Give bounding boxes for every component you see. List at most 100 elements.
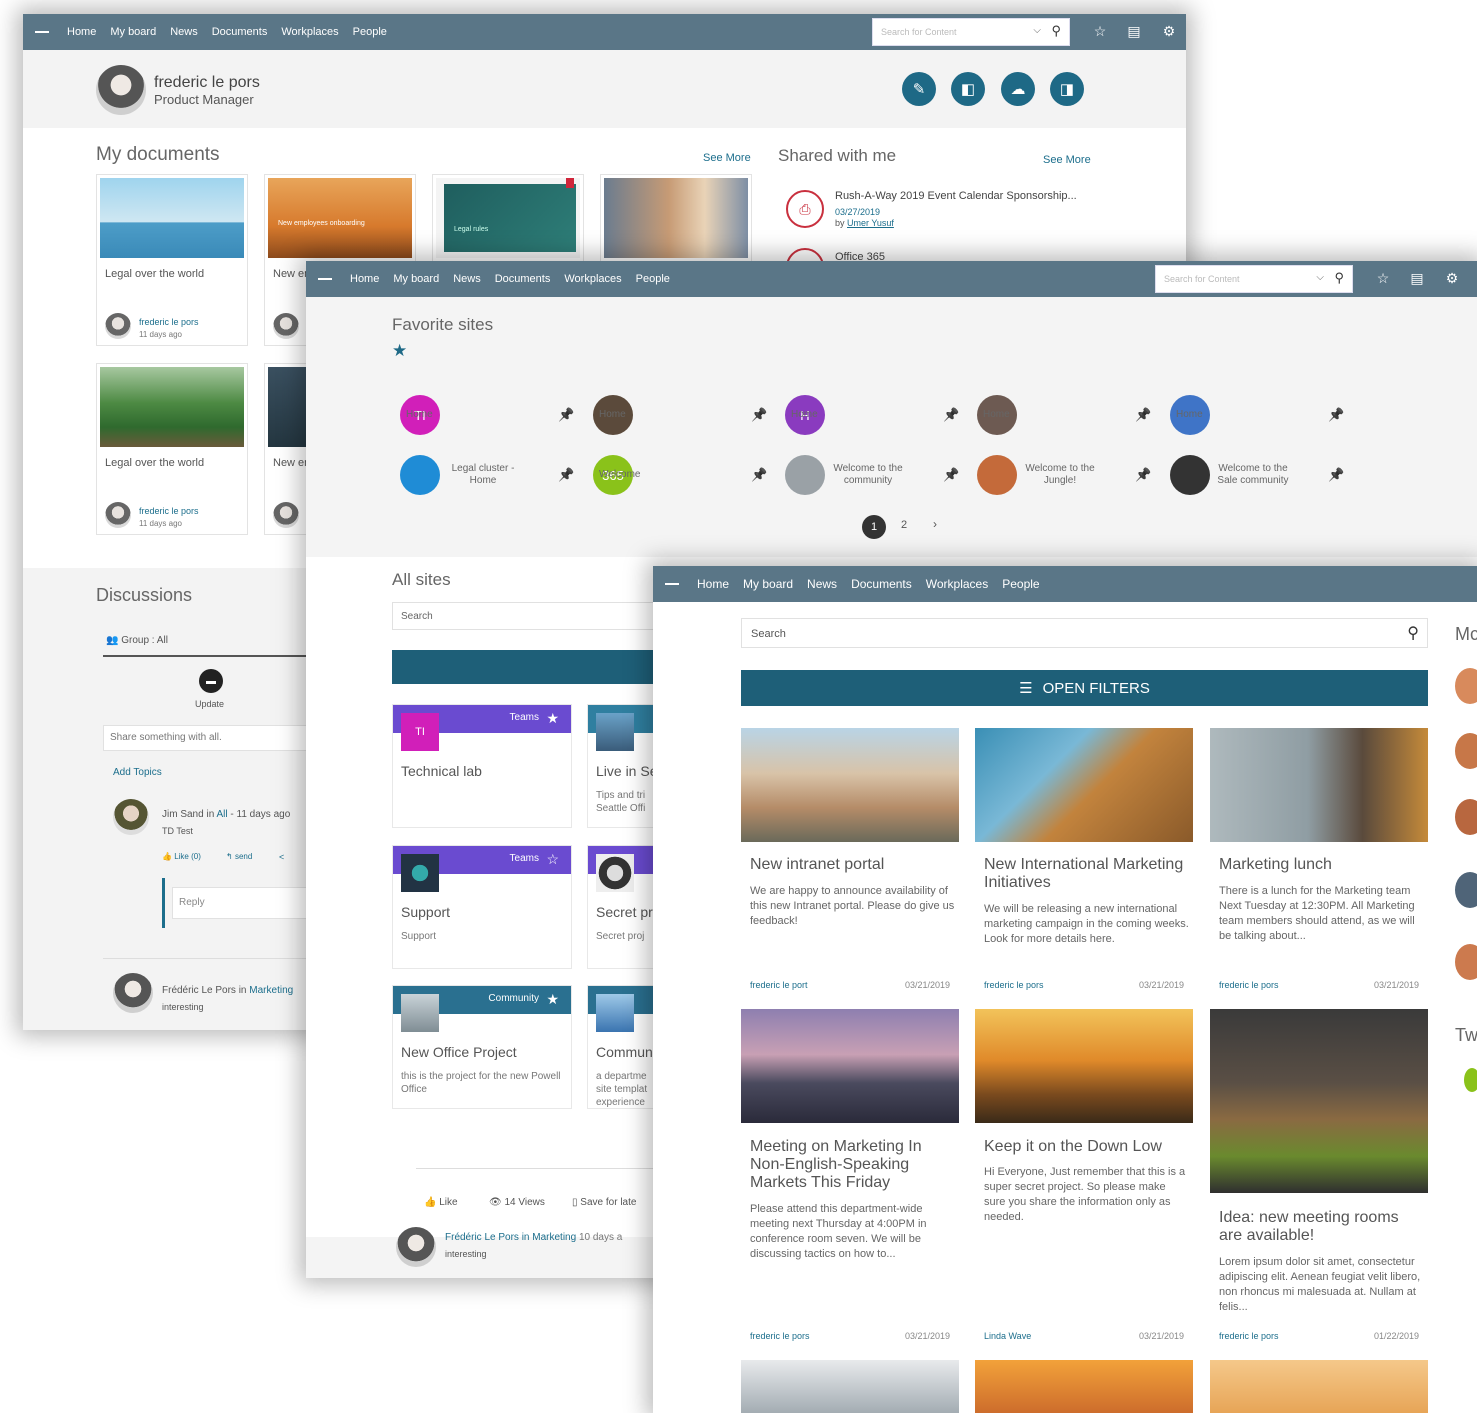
pin-icon[interactable]: 📌 — [751, 407, 767, 423]
pin-icon[interactable]: 📌 — [1328, 467, 1344, 483]
shared-item-title[interactable]: Rush-A-Way 2019 Event Calendar Sponsorsh… — [835, 190, 1077, 202]
share-input[interactable]: Share something with all. — [103, 725, 313, 751]
news-author[interactable]: frederic le pors — [1219, 1331, 1279, 1341]
site-label[interactable]: Welcome — [599, 469, 689, 481]
news-search-input[interactable]: Search ⚲ — [741, 618, 1428, 648]
avatar[interactable] — [1455, 799, 1477, 835]
site-card[interactable]: Teams ☆ Support Support — [392, 845, 572, 969]
post-group[interactable]: Marketing — [249, 985, 293, 996]
news-author[interactable]: frederic le pors — [984, 980, 1044, 990]
avatar[interactable] — [1455, 668, 1477, 704]
shared-by-link[interactable]: Umer Yusuf — [847, 218, 894, 228]
search-icon[interactable]: ⚲ — [1407, 623, 1419, 643]
search-icon[interactable]: ⚲ — [1051, 23, 1061, 39]
nav-news[interactable]: News — [807, 577, 837, 591]
office-button[interactable]: ◨ — [1050, 72, 1084, 106]
site-card[interactable]: Community ★ New Office Project this is t… — [392, 985, 572, 1109]
news-author[interactable]: Linda Wave — [984, 1331, 1031, 1341]
filters-bar[interactable] — [392, 650, 662, 684]
group-filter[interactable]: 👥 Group : All — [106, 635, 168, 646]
nav-workplaces[interactable]: Workplaces — [926, 577, 988, 591]
pin-icon[interactable]: 📌 — [1135, 467, 1151, 483]
site-avatar[interactable] — [400, 455, 440, 495]
avatar[interactable] — [1455, 944, 1477, 980]
site-label[interactable]: Welcome to the Sale community — [1208, 463, 1298, 487]
site-label[interactable]: Home — [599, 409, 689, 421]
search-input[interactable]: Search for Content ⌵ ⚲ — [1155, 265, 1353, 293]
nav-news[interactable]: News — [453, 273, 481, 285]
doc-card[interactable]: Legal over the world frederic le pors 11… — [96, 363, 248, 535]
site-label[interactable]: Home — [1176, 409, 1266, 421]
post-group[interactable]: All — [217, 809, 228, 820]
site-avatar[interactable] — [977, 455, 1017, 495]
site-label[interactable]: Legal cluster - Home — [438, 463, 528, 487]
search-icon[interactable]: ⚲ — [1334, 270, 1344, 286]
nav-documents[interactable]: Documents — [851, 577, 912, 591]
site-label[interactable]: Home — [406, 409, 496, 421]
pin-icon[interactable]: 📌 — [751, 467, 767, 483]
avatar[interactable] — [113, 973, 153, 1013]
star-icon[interactable]: ★ — [546, 991, 559, 1008]
nav-home[interactable]: Home — [697, 577, 729, 591]
chevron-down-icon[interactable]: ⌵ — [1316, 272, 1324, 283]
pin-icon[interactable]: 📌 — [558, 407, 574, 423]
site-card[interactable]: Teams ★ TI Technical lab — [392, 704, 572, 828]
onedrive-button[interactable]: ☁ — [1001, 72, 1035, 106]
all-sites-search-input[interactable]: Search — [392, 602, 662, 630]
nav-news[interactable]: News — [170, 26, 198, 38]
nav-workplaces[interactable]: Workplaces — [281, 26, 338, 38]
menu-icon[interactable] — [35, 31, 49, 33]
gear-icon[interactable]: ⚙ — [1160, 23, 1178, 40]
language-icon[interactable]: ▤ — [1408, 270, 1426, 287]
like-button[interactable]: 👍 Like — [424, 1197, 458, 1208]
outlook-button[interactable]: ◧ — [951, 72, 985, 106]
news-author[interactable]: frederic le pors — [1219, 980, 1279, 990]
news-author[interactable]: frederic le pors — [750, 1331, 810, 1341]
edit-button[interactable]: ✎ — [902, 72, 936, 106]
nav-home[interactable]: Home — [67, 26, 96, 38]
avatar[interactable] — [96, 65, 146, 115]
news-author[interactable]: frederic le port — [750, 980, 808, 990]
site-label[interactable]: Welcome to the Jungle! — [1015, 463, 1105, 487]
like-button[interactable]: 👍 Like (0) — [162, 852, 201, 861]
gear-icon[interactable]: ⚙ — [1443, 270, 1461, 287]
pagination-page-2[interactable]: 2 — [901, 519, 907, 531]
menu-icon[interactable] — [665, 583, 679, 585]
nav-my-board[interactable]: My board — [743, 577, 793, 591]
my-documents-see-more[interactable]: See More — [703, 152, 751, 164]
avatar[interactable] — [1455, 872, 1477, 908]
nav-people[interactable]: People — [353, 26, 387, 38]
post-author[interactable]: Frédéric Le Pors in Marketing — [445, 1232, 576, 1243]
nav-documents[interactable]: Documents — [495, 273, 551, 285]
nav-workplaces[interactable]: Workplaces — [564, 273, 621, 285]
pagination-next-icon[interactable]: › — [933, 517, 937, 531]
avatar[interactable] — [396, 1227, 436, 1267]
star-icon[interactable]: ☆ — [546, 851, 559, 868]
update-icon[interactable]: ▬ — [199, 669, 223, 693]
nav-people[interactable]: People — [636, 273, 670, 285]
open-filters-button[interactable]: ☰ OPEN FILTERS — [741, 670, 1428, 706]
post-author[interactable]: Frédéric Le Pors — [162, 985, 236, 996]
doc-card[interactable]: Legal over the world frederic le pors 11… — [96, 174, 248, 346]
share-icon[interactable]: < — [279, 852, 284, 862]
search-input[interactable]: Search for Content ⌵ ⚲ — [872, 18, 1070, 46]
avatar[interactable] — [1455, 733, 1477, 769]
pin-icon[interactable]: 📌 — [558, 467, 574, 483]
star-icon[interactable]: ☆ — [1091, 23, 1109, 40]
post-author[interactable]: Jim Sand — [162, 809, 204, 820]
pin-icon[interactable]: 📌 — [1328, 407, 1344, 423]
pin-icon[interactable]: 📌 — [1135, 407, 1151, 423]
star-icon[interactable]: ☆ — [1374, 270, 1392, 287]
star-icon[interactable]: ★ — [546, 710, 559, 727]
pin-icon[interactable]: 📌 — [943, 467, 959, 483]
doc-author[interactable]: frederic le pors — [139, 317, 199, 327]
avatar[interactable] — [113, 799, 149, 835]
nav-my-board[interactable]: My board — [393, 273, 439, 285]
nav-documents[interactable]: Documents — [212, 26, 268, 38]
language-icon[interactable]: ▤ — [1125, 23, 1143, 40]
add-topics-link[interactable]: Add Topics — [113, 767, 162, 778]
site-label[interactable]: Home — [791, 409, 881, 421]
save-for-later-button[interactable]: ▯ Save for late — [572, 1197, 636, 1208]
nav-people[interactable]: People — [1002, 577, 1039, 591]
nav-my-board[interactable]: My board — [110, 26, 156, 38]
